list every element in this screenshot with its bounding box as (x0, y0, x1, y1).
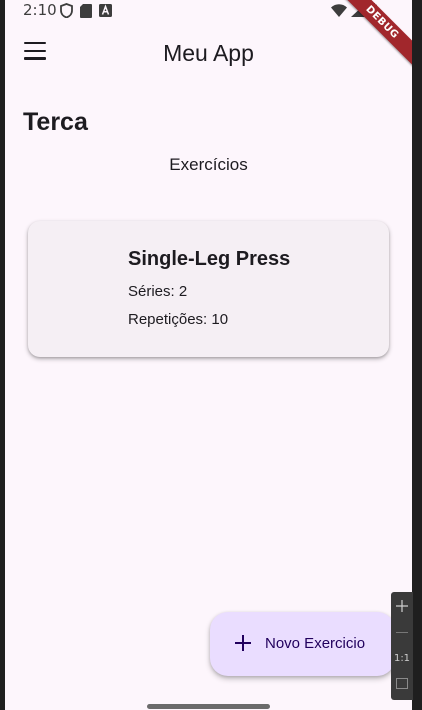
wifi-icon (331, 3, 347, 17)
zoom-fit-button[interactable] (391, 678, 413, 692)
zoom-in-icon (396, 600, 408, 612)
exercise-name: Single-Leg Press (128, 248, 291, 270)
new-exercise-label: Novo Exercicio (265, 635, 366, 652)
shield-icon (60, 3, 73, 18)
zoom-out-icon[interactable] (396, 632, 408, 633)
exercise-series: Séries: 2 (128, 283, 188, 300)
a-icon (99, 4, 112, 17)
status-time: 2:10 (23, 1, 57, 19)
day-title: Terca (23, 108, 88, 136)
app-bar: Meu App (5, 22, 412, 86)
app-title: Meu App (163, 40, 254, 66)
exercise-card[interactable]: Single-Leg Press Séries: 2 Repetições: 1… (28, 221, 389, 357)
zoom-in-button[interactable] (391, 597, 413, 616)
gesture-nav-handle[interactable] (147, 704, 270, 709)
section-title: Exercícios (169, 155, 248, 174)
status-icons-left (60, 3, 112, 18)
device-right-edge (412, 0, 422, 710)
phone-screen: 2:10 DEBUG Meu App Terca Exercícios Sing… (5, 0, 412, 710)
zoom-ratio-button[interactable]: 1:1 (391, 653, 413, 664)
fit-screen-icon (396, 678, 408, 689)
plus-icon (235, 635, 251, 651)
sd-card-icon (80, 3, 92, 18)
zoom-panel: 1:1 (391, 592, 413, 700)
new-exercise-button[interactable]: Novo Exercicio (210, 612, 395, 676)
exercise-reps: Repetições: 10 (128, 311, 229, 328)
